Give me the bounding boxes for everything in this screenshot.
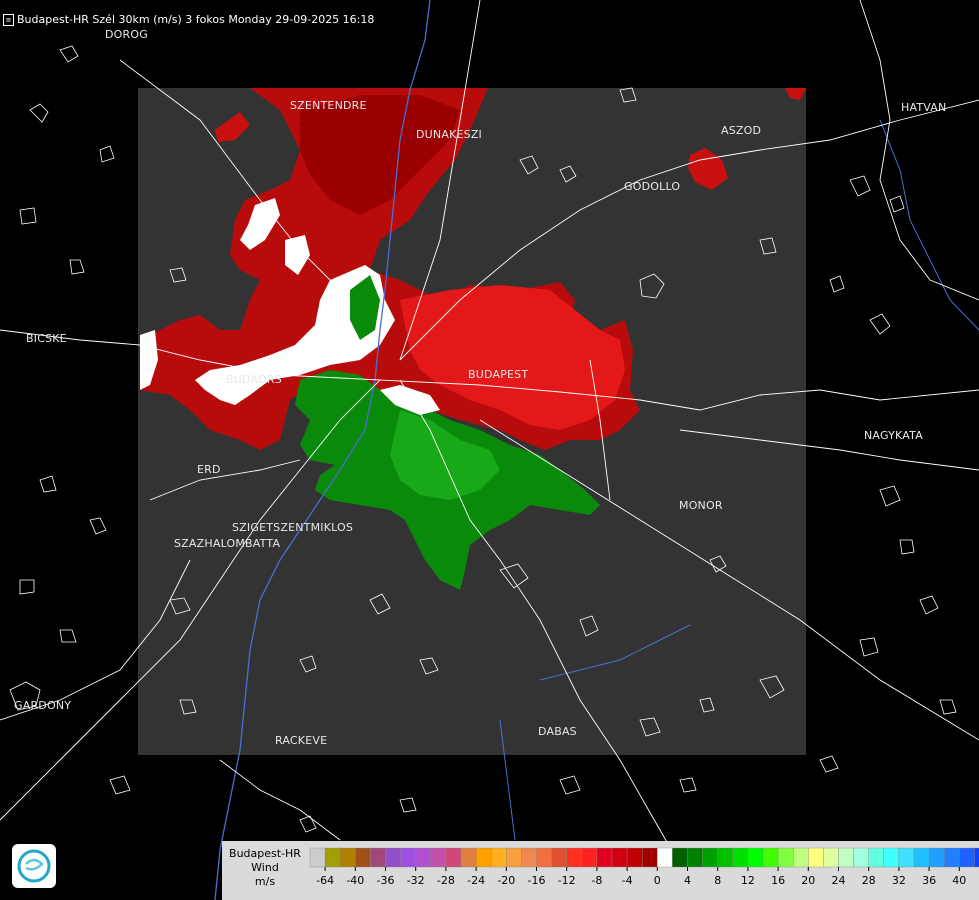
legend-swatch xyxy=(823,847,839,868)
legend-swatch xyxy=(717,847,734,868)
legend-tick-label: 40 xyxy=(952,874,966,887)
town-label: GODOLLO xyxy=(624,180,681,193)
legend-swatch xyxy=(657,847,673,868)
town-label: ASZOD xyxy=(721,124,762,137)
legend-swatch xyxy=(355,847,371,868)
legend-swatch xyxy=(687,847,703,868)
legend-swatch xyxy=(551,847,567,868)
town-label: BUDAPEST xyxy=(468,368,529,381)
legend-swatch xyxy=(762,847,779,868)
town-label: SZENTENDRE xyxy=(290,99,367,112)
town-label: SZAZHALOMBATTA xyxy=(174,537,281,550)
legend-swatch xyxy=(491,847,507,868)
wind-legend: Budapest-HR Wind m/s -64 -40 -36 -32 -28 -24-… xyxy=(222,841,979,900)
legend-swatch xyxy=(339,847,356,868)
town-label: BICSKE xyxy=(26,332,67,345)
legend-swatch xyxy=(868,847,885,868)
town-label: SZIGETSZENTMIKLOS xyxy=(232,521,354,534)
legend-swatch xyxy=(974,847,979,868)
legend-tick-label: -36 xyxy=(377,874,395,887)
legend-swatch xyxy=(702,847,718,868)
town-label: HATVAN xyxy=(901,101,947,114)
legend-swatch xyxy=(415,847,431,868)
legend-tick-label: 36 xyxy=(922,874,936,887)
town-label: MONOR xyxy=(679,499,723,512)
map-header: ≡ Budapest-HR Szél 30km (m/s) 3 fokos Mon… xyxy=(3,13,374,26)
legend-tick-label: 8 xyxy=(714,874,721,887)
radar-map-canvas xyxy=(0,0,979,900)
legend-swatch xyxy=(506,847,522,868)
legend-swatch xyxy=(959,847,975,868)
legend-tick-label: -4 xyxy=(622,874,633,887)
legend-tick-label: -32 xyxy=(407,874,425,887)
town-label: RACKEVE xyxy=(275,734,328,747)
legend-tick-label: 4 xyxy=(684,874,691,887)
legend-tick-label: 16 xyxy=(771,874,785,887)
legend-swatch xyxy=(460,847,477,868)
legend-tick-label: -20 xyxy=(497,874,515,887)
legend-swatch xyxy=(793,847,809,868)
legend-tick-label: -24 xyxy=(467,874,485,887)
town-label: GARDONY xyxy=(14,699,72,712)
legend-swatch xyxy=(808,847,824,868)
legend-swatch xyxy=(596,847,613,868)
legend-swatch xyxy=(370,847,386,868)
legend-tick-label: 20 xyxy=(801,874,815,887)
legend-swatch xyxy=(566,847,583,868)
legend-swatch xyxy=(521,847,537,868)
legend-tick-label: -16 xyxy=(528,874,546,887)
legend-swatch xyxy=(883,847,900,868)
legend-tick-label: 32 xyxy=(892,874,906,887)
map-header-text: Budapest-HR Szél 30km (m/s) 3 fokos Mond… xyxy=(17,13,375,26)
legend-swatch xyxy=(475,847,492,868)
town-label: DABAS xyxy=(538,725,577,738)
town-label: DOROG xyxy=(105,28,148,41)
legend-swatch xyxy=(309,847,326,868)
legend-swatch xyxy=(898,847,915,868)
legend-swatch xyxy=(400,847,416,868)
legend-swatch xyxy=(747,847,764,868)
legend-swatch xyxy=(838,847,854,868)
legend-swatch xyxy=(928,847,945,868)
legend-tick-label: 24 xyxy=(832,874,846,887)
legend-tick-label: -40 xyxy=(346,874,364,887)
town-label: BUDAORS xyxy=(226,373,282,386)
legend-swatch xyxy=(611,847,628,868)
met-service-logo-icon xyxy=(12,844,56,888)
legend-swatch xyxy=(385,847,401,868)
legend-swatch xyxy=(777,847,794,868)
legend-swatch xyxy=(732,847,749,868)
legend-tick-label: -64 xyxy=(316,874,334,887)
legend-tick-label: -8 xyxy=(591,874,602,887)
legend-swatch xyxy=(536,847,552,868)
legend-tick-label: 0 xyxy=(654,874,661,887)
radar-window-icon[interactable]: ≡ xyxy=(3,14,14,26)
legend-tick-label: -12 xyxy=(558,874,576,887)
legend-swatch xyxy=(581,847,598,868)
legend-swatch xyxy=(324,847,341,868)
legend-tick-label: -28 xyxy=(437,874,455,887)
legend-swatch xyxy=(944,847,960,868)
legend-swatch xyxy=(626,847,643,868)
legend-tick-label: 28 xyxy=(862,874,876,887)
radar-map: ≡ Budapest-HR Szél 30km (m/s) 3 fokos Mon… xyxy=(0,0,979,900)
legend-swatch xyxy=(642,847,658,868)
legend-swatch xyxy=(853,847,869,868)
town-label: ERD xyxy=(197,463,221,476)
legend-swatch xyxy=(913,847,930,868)
legend-tick-label: 12 xyxy=(741,874,755,887)
legend-swatch xyxy=(445,847,462,868)
legend-swatch xyxy=(430,847,447,868)
legend-swatch xyxy=(672,847,688,868)
town-label: DUNAKESZI xyxy=(416,128,483,141)
legend-color-scale: -64 -40 -36 -32 -28 -24 -20 -16 -12 -8 -4 0 4 8 12 16 20… xyxy=(309,847,979,887)
town-label: NAGYKATA xyxy=(864,429,923,442)
